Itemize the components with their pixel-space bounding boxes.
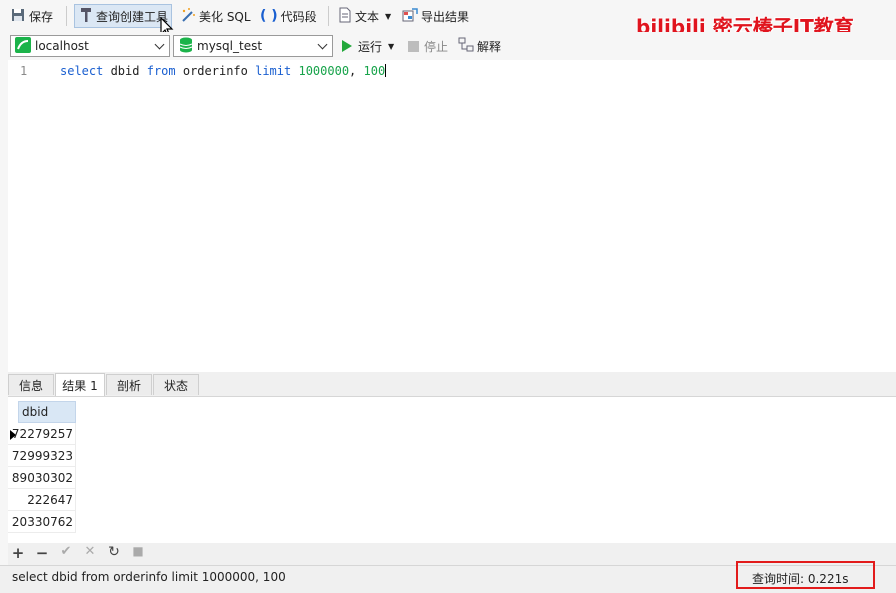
dropdown-arrow-icon: ▼ — [385, 11, 392, 21]
sql-number: 100 — [363, 64, 386, 78]
status-sql: select dbid from orderinfo limit 1000000… — [12, 570, 286, 584]
sql-identifier: dbid — [103, 64, 147, 78]
database-value: mysql_test — [197, 39, 263, 53]
sql-keyword: limit — [255, 64, 292, 78]
beautify-sql-label: 美化 SQL — [199, 9, 251, 24]
sql-punct: , — [349, 64, 364, 78]
save-label: 保存 — [29, 9, 54, 24]
left-edge — [0, 0, 8, 592]
refresh-icon[interactable]: ↻ — [106, 544, 122, 560]
query-builder-button[interactable]: 查询创建工具 — [74, 4, 173, 28]
table-cell[interactable]: 20330762 — [8, 511, 76, 533]
tab-result-1[interactable]: 结果 1 — [55, 373, 105, 396]
export-results-label: 导出结果 — [421, 9, 470, 24]
chevron-down-icon — [154, 39, 165, 50]
document-icon — [338, 7, 352, 26]
sql-keyword: from — [146, 64, 176, 78]
stop-button[interactable]: 停止 — [408, 35, 448, 57]
explain-label: 解释 — [477, 39, 502, 54]
save-button[interactable]: 保存 — [10, 5, 53, 27]
discard-changes-icon[interactable]: ✕ — [82, 544, 98, 559]
tab-info[interactable]: 信息 — [8, 374, 54, 395]
chevron-down-icon — [317, 39, 328, 50]
toolbar-divider — [66, 6, 67, 26]
explain-icon — [458, 37, 474, 56]
query-builder-label: 查询创建工具 — [96, 9, 169, 24]
connection-toolbar: localhost mysql_test 运行 ▼ 停止 解释 — [0, 32, 896, 60]
table-cell[interactable]: 72279257 — [8, 423, 76, 445]
delete-record-icon[interactable]: − — [34, 544, 50, 562]
sql-keyword: select — [60, 64, 104, 78]
main-toolbar: 保存 查询创建工具 美化 SQL ( ) 代码段 文本 ▼ 导出结果 bilib… — [0, 0, 896, 39]
code-snippet-label: 代码段 — [280, 9, 317, 24]
dropdown-arrow-icon: ▼ — [388, 41, 395, 51]
save-icon — [10, 7, 26, 26]
table-cell[interactable]: 89030302 — [8, 467, 76, 489]
column-header-dbid[interactable]: dbid — [18, 401, 76, 423]
sql-code-line[interactable]: select dbid from orderinfo limit 1000000… — [60, 64, 387, 78]
add-record-icon[interactable]: + — [10, 544, 26, 562]
hammer-icon — [79, 7, 93, 26]
tab-status[interactable]: 状态 — [153, 374, 199, 395]
stop-icon — [408, 40, 419, 52]
play-icon — [342, 40, 352, 52]
result-grid — [8, 397, 896, 543]
table-cell[interactable]: 222647 — [8, 489, 76, 511]
beautify-sql-button[interactable]: 美化 SQL — [180, 5, 251, 27]
line-gutter — [8, 60, 44, 370]
database-icon — [179, 37, 193, 56]
line-number: 1 — [20, 64, 28, 78]
database-select[interactable]: mysql_test — [173, 35, 333, 57]
explain-button[interactable]: 解释 — [458, 35, 501, 57]
tab-profile[interactable]: 剖析 — [106, 374, 152, 395]
text-label: 文本 — [355, 9, 380, 24]
export-icon — [402, 7, 418, 26]
apply-changes-icon[interactable]: ✔ — [58, 544, 74, 559]
stop-label: 停止 — [424, 39, 449, 54]
run-label: 运行 — [358, 39, 383, 54]
connection-value: localhost — [35, 39, 89, 53]
connection-icon — [15, 36, 31, 56]
sql-editor[interactable] — [8, 60, 896, 370]
sql-identifier: orderinfo — [175, 64, 256, 78]
run-button[interactable]: 运行 ▼ — [342, 35, 394, 57]
stop-icon[interactable]: ■ — [130, 544, 146, 558]
highlight-box — [736, 561, 875, 589]
text-button[interactable]: 文本 ▼ — [338, 5, 391, 27]
export-results-button[interactable]: 导出结果 — [402, 5, 469, 27]
magic-wand-icon — [180, 7, 196, 26]
sql-number: 1000000 — [298, 64, 350, 78]
toolbar-divider — [328, 6, 329, 26]
parentheses-icon: ( ) — [260, 8, 278, 24]
code-snippet-button[interactable]: ( ) 代码段 — [260, 5, 317, 27]
table-cell[interactable]: 72999323 — [8, 445, 76, 467]
connection-select[interactable]: localhost — [10, 35, 170, 57]
text-caret — [385, 64, 387, 77]
